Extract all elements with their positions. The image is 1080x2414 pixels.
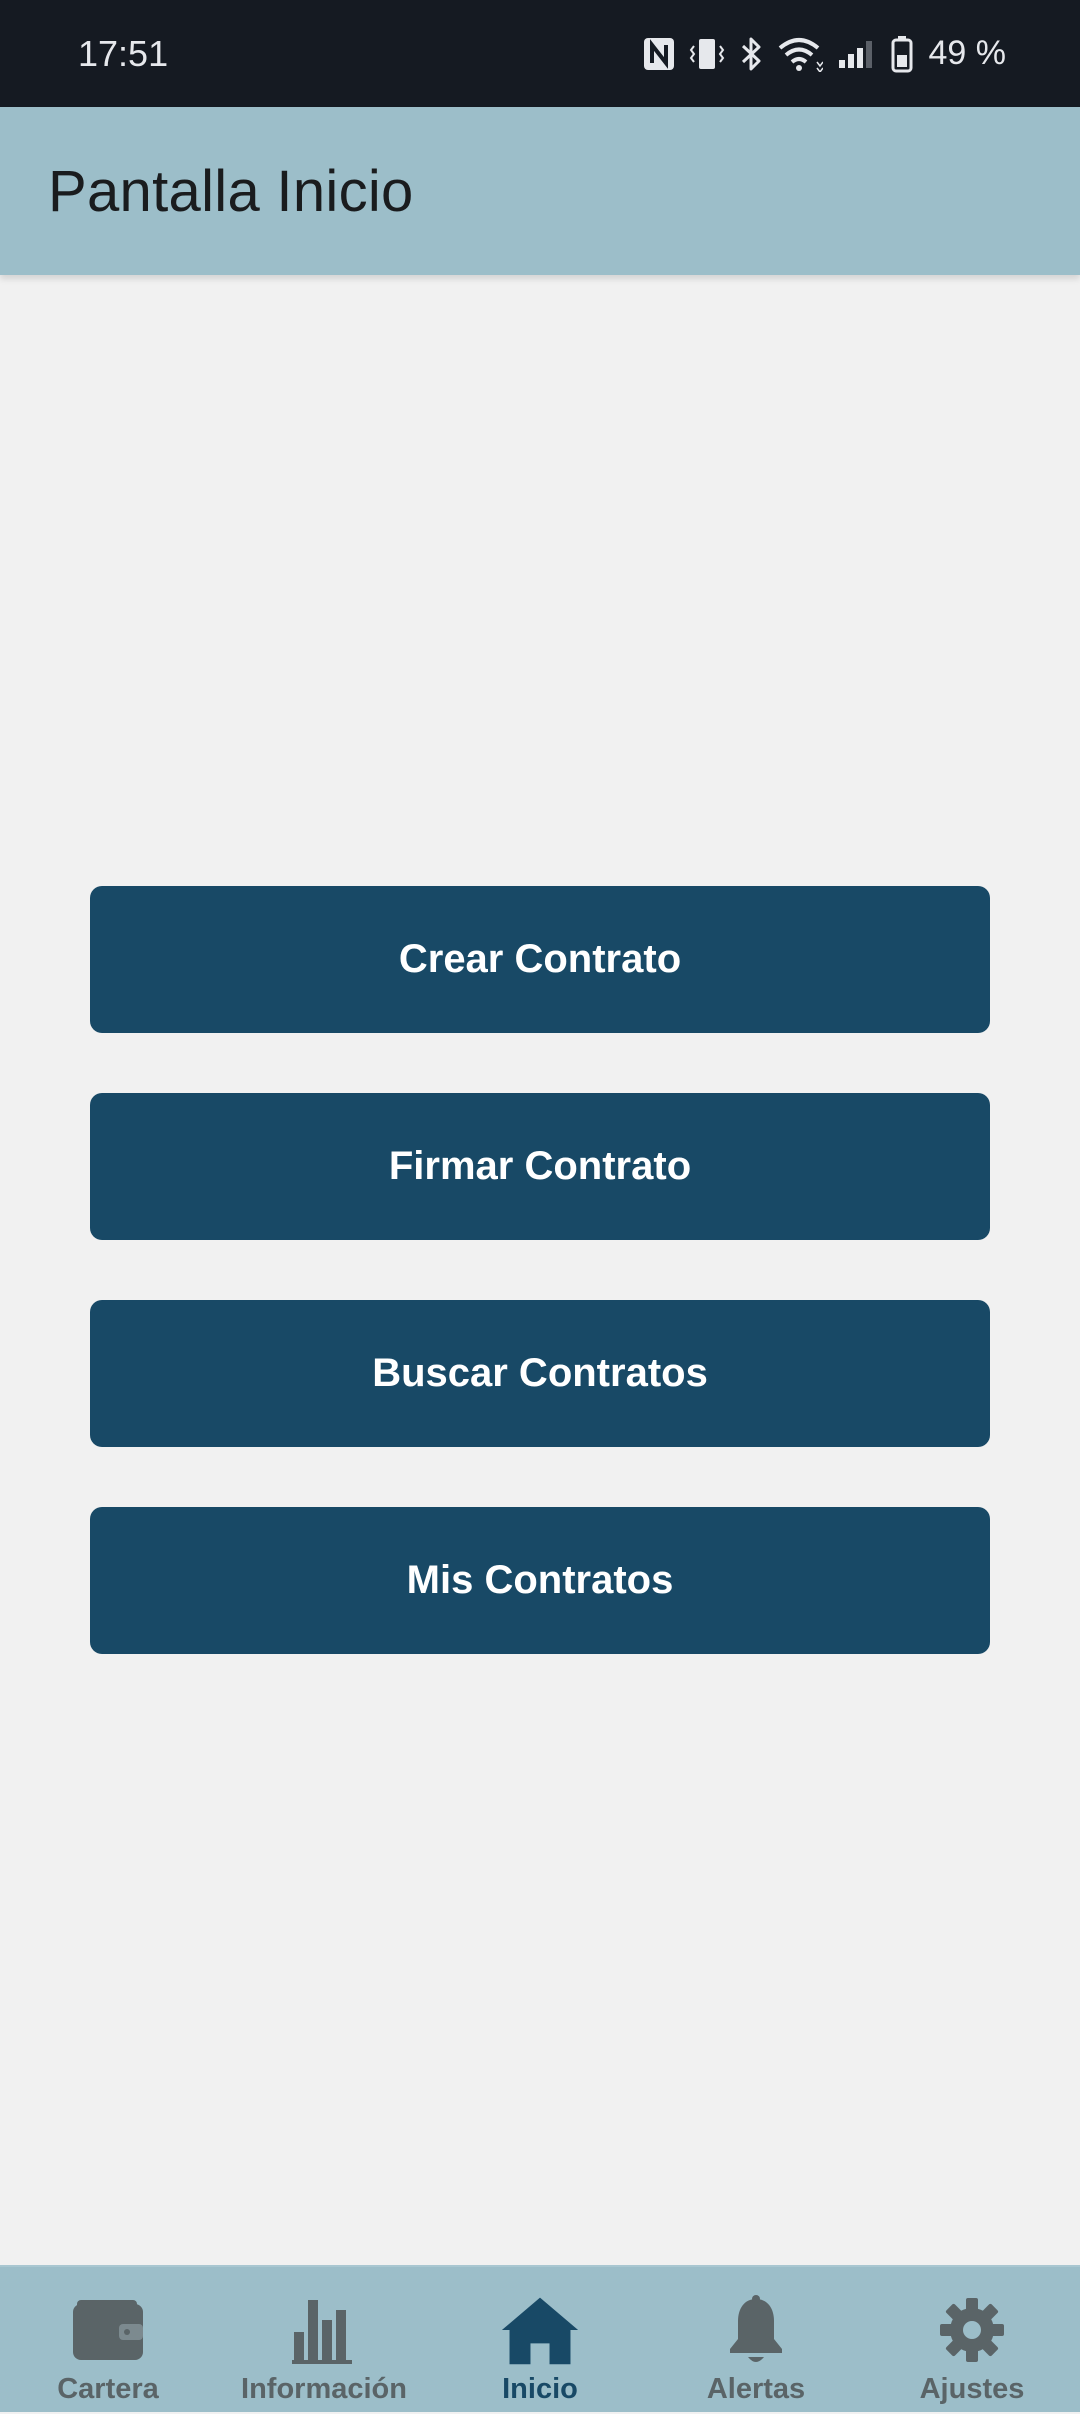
gear-icon	[932, 2295, 1012, 2365]
status-bar: 17:51 49 %	[0, 0, 1080, 107]
wallet-icon	[68, 2295, 148, 2365]
bluetooth-icon	[739, 36, 763, 72]
status-icons: 49 %	[643, 34, 1007, 73]
battery-icon	[891, 35, 913, 73]
bell-icon	[716, 2295, 796, 2365]
nav-label-informacion: Información	[241, 2373, 407, 2405]
nfc-icon	[643, 37, 675, 71]
nav-item-inicio[interactable]: Inicio	[432, 2267, 648, 2414]
bar-chart-icon	[284, 2295, 364, 2365]
nav-label-inicio: Inicio	[502, 2373, 578, 2405]
main-content: Crear Contrato Firmar Contrato Buscar Co…	[0, 275, 1080, 2265]
nav-label-ajustes: Ajustes	[919, 2373, 1025, 2405]
nav-item-cartera[interactable]: Cartera	[0, 2267, 216, 2414]
nav-label-alertas: Alertas	[706, 2373, 806, 2405]
app-bar: Pantalla Inicio	[0, 107, 1080, 275]
page-title: Pantalla Inicio	[48, 158, 414, 224]
my-contracts-button[interactable]: Mis Contratos	[90, 1507, 990, 1654]
signal-icon	[837, 38, 877, 70]
battery-percent: 49 %	[928, 34, 1007, 72]
create-contract-button[interactable]: Crear Contrato	[90, 886, 990, 1033]
search-contracts-button[interactable]: Buscar Contratos	[90, 1300, 990, 1447]
nav-item-alertas[interactable]: Alertas	[648, 2267, 864, 2414]
nav-item-informacion[interactable]: Información	[216, 2267, 432, 2414]
bottom-nav: Cartera Información Inicio Alertas Ajust…	[0, 2265, 1080, 2412]
vibrate-icon	[689, 37, 725, 71]
nav-item-ajustes[interactable]: Ajustes	[864, 2267, 1080, 2414]
wifi-icon	[777, 36, 823, 72]
nav-label-cartera: Cartera	[57, 2373, 159, 2405]
home-icon	[500, 2295, 580, 2365]
status-time: 17:51	[78, 32, 169, 74]
sign-contract-button[interactable]: Firmar Contrato	[90, 1093, 990, 1240]
